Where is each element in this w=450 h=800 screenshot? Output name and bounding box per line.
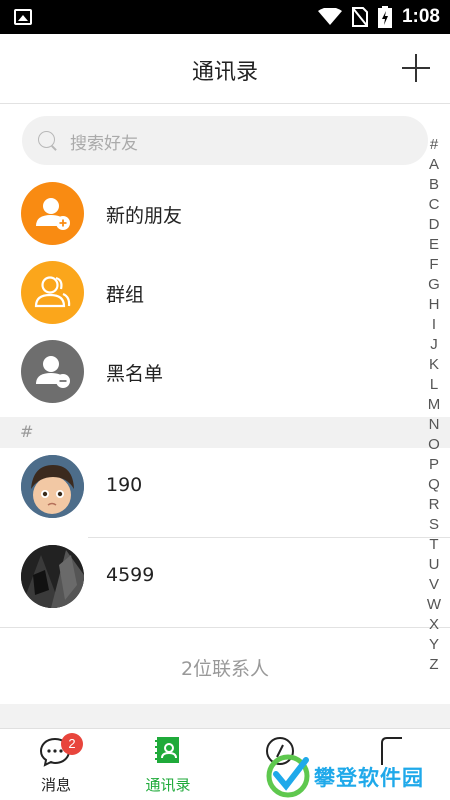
index-letter[interactable]: X (429, 615, 439, 635)
index-letter[interactable]: D (429, 215, 440, 235)
add-friend-icon (21, 182, 84, 245)
top-bar: 通讯录 (0, 34, 450, 104)
alphabet-index[interactable]: # A B C D E F G H I J K L M N O P Q R S T U V W X Y Z (424, 135, 444, 675)
tab-label: 消息 (40, 776, 71, 794)
index-letter[interactable]: R (429, 495, 440, 515)
plus-icon[interactable] (402, 54, 430, 82)
tab-messages[interactable]: 2 消息 (0, 729, 112, 800)
contact-row[interactable]: 190 (0, 455, 450, 535)
index-letter[interactable]: O (428, 435, 440, 455)
unread-badge: 2 (61, 733, 83, 755)
wifi-icon (317, 8, 342, 25)
index-letter[interactable]: Y (429, 635, 439, 655)
index-letter[interactable]: Q (428, 475, 440, 495)
groups-label: 群组 (106, 284, 145, 306)
index-letter[interactable]: P (429, 455, 439, 475)
contact-name: 4599 (106, 564, 155, 586)
index-letter[interactable]: E (429, 235, 439, 255)
index-letter[interactable]: I (432, 315, 436, 335)
blocklist-entry[interactable]: 黑名单 (0, 340, 450, 420)
index-letter[interactable]: Z (429, 655, 438, 675)
blocklist-icon (21, 340, 84, 403)
index-letter[interactable]: # (430, 135, 438, 155)
search-input[interactable]: 搜索好友 (22, 116, 428, 165)
group-icon (21, 261, 84, 324)
index-letter[interactable]: F (429, 255, 438, 275)
index-letter[interactable]: N (429, 415, 440, 435)
section-header: # (0, 417, 450, 448)
watermark-logo: 攀登软件园 (266, 752, 446, 798)
avatar (21, 545, 84, 608)
index-letter[interactable]: C (429, 195, 440, 215)
contact-count: 2位联系人 (180, 658, 270, 680)
status-icons: 1:08 (317, 0, 440, 34)
status-bar: 1:08 (0, 0, 450, 34)
index-letter[interactable]: T (429, 535, 438, 555)
blocklist-label: 黑名单 (106, 363, 164, 385)
index-letter[interactable]: L (430, 375, 438, 395)
avatar (21, 455, 84, 518)
index-letter[interactable]: B (429, 175, 439, 195)
no-sim-icon (351, 7, 368, 27)
index-letter[interactable]: V (429, 575, 439, 595)
index-letter[interactable]: W (427, 595, 441, 615)
divider (0, 627, 450, 628)
new-friends-entry[interactable]: 新的朋友 (0, 182, 450, 262)
index-letter[interactable]: H (429, 295, 440, 315)
contacts-icon (155, 737, 179, 763)
index-letter[interactable]: M (428, 395, 441, 415)
search-icon (38, 131, 55, 148)
gallery-notification-icon (14, 9, 32, 25)
page-title: 通讯录 (191, 60, 258, 85)
divider (88, 537, 450, 538)
tab-contacts[interactable]: 通讯录 (112, 729, 224, 800)
tab-label: 通讯录 (145, 776, 191, 794)
search-placeholder: 搜索好友 (70, 134, 138, 154)
index-letter[interactable]: U (429, 555, 440, 575)
contact-list: 搜索好友 新的朋友 群组 黑名单 # 190 4599 2位联系人 (0, 104, 450, 704)
contact-name: 190 (106, 474, 143, 496)
watermark-text: 攀登软件园 (314, 766, 424, 790)
index-letter[interactable]: S (429, 515, 439, 535)
clock: 1:08 (401, 6, 440, 27)
battery-charging-icon (377, 6, 392, 28)
contact-row[interactable]: 4599 (0, 545, 450, 625)
checkmark-logo-icon (266, 754, 310, 798)
index-letter[interactable]: A (429, 155, 439, 175)
index-letter[interactable]: G (428, 275, 440, 295)
new-friends-label: 新的朋友 (106, 205, 183, 227)
groups-entry[interactable]: 群组 (0, 261, 450, 341)
index-letter[interactable]: J (430, 335, 438, 355)
contacts-screen: 1:08 通讯录 搜索好友 新的朋友 群组 黑名单 # 190 4599 2位联… (0, 0, 450, 800)
index-letter[interactable]: K (429, 355, 439, 375)
section-letter: # (20, 422, 34, 441)
